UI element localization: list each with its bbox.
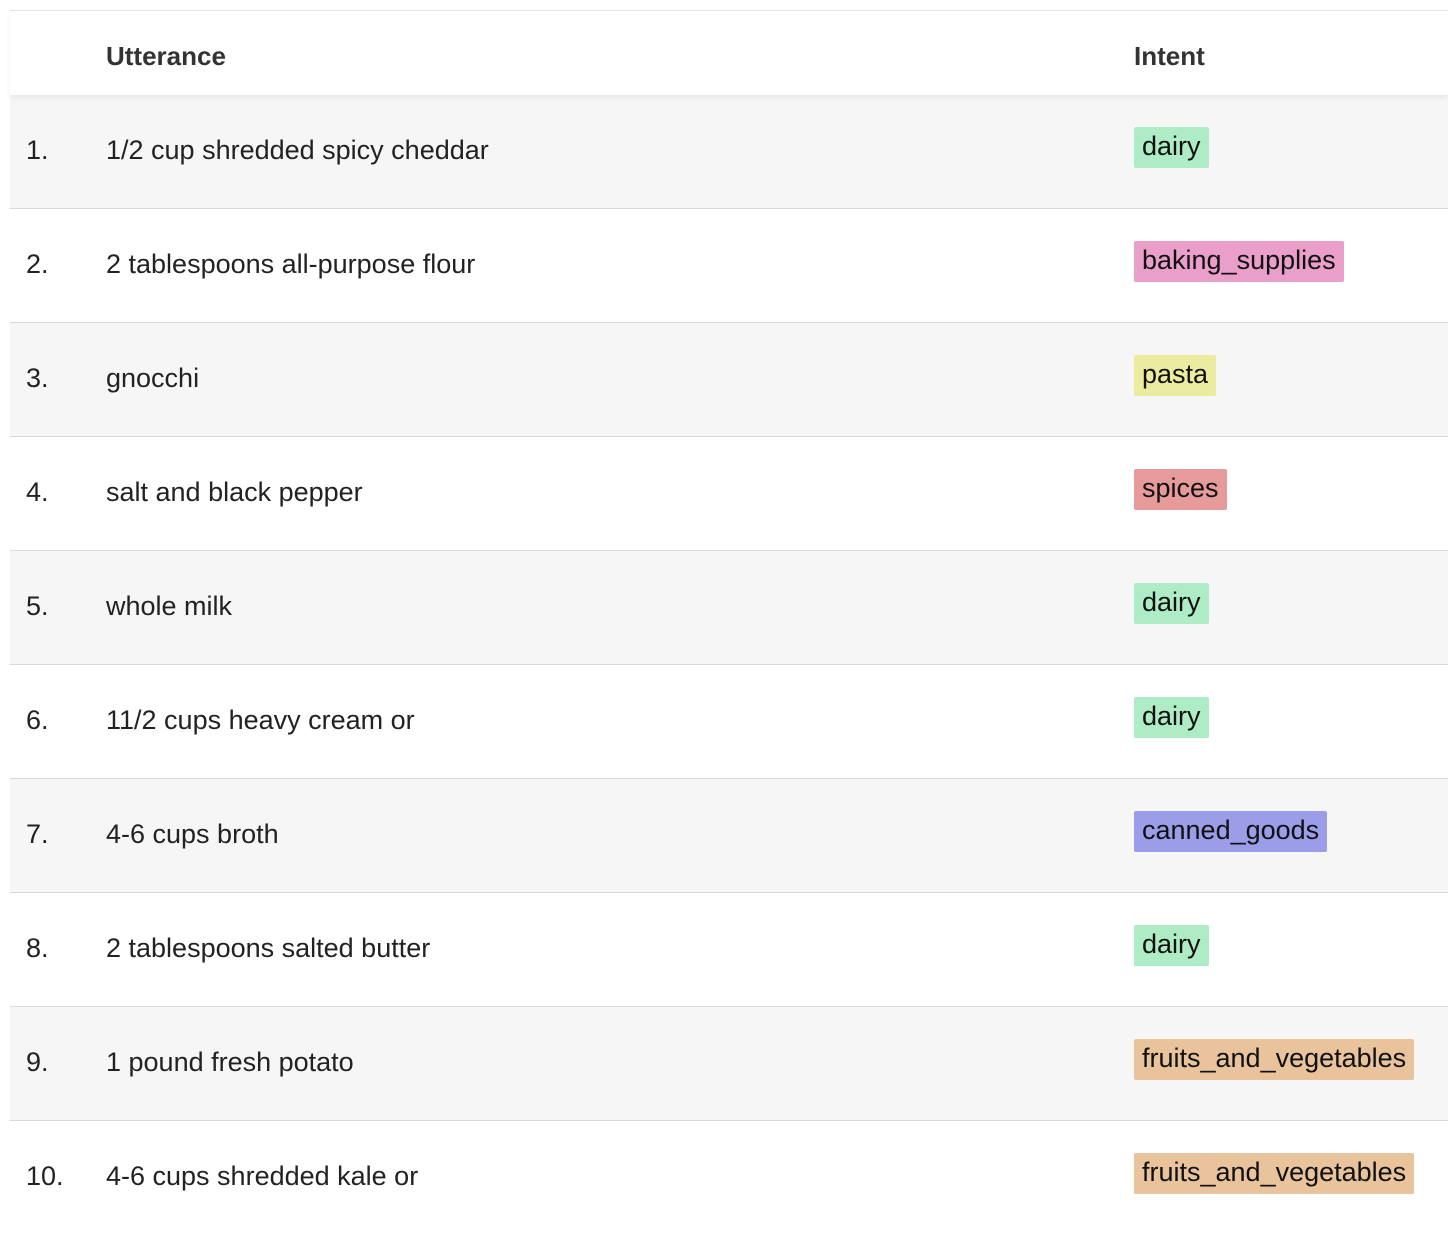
- table-row[interactable]: 8. 2 tablespoons salted butter dairy: [10, 893, 1448, 1007]
- intent-tag[interactable]: fruits_and_vegetables: [1134, 1153, 1415, 1194]
- table-row[interactable]: 10. 4-6 cups shredded kale or fruits_and_v…: [10, 1121, 1448, 1234]
- row-number: 1.: [26, 135, 49, 165]
- intent-tag[interactable]: dairy: [1134, 697, 1209, 738]
- column-header-intent[interactable]: Intent: [1134, 41, 1205, 72]
- table-row[interactable]: 3. gnocchi pasta: [10, 323, 1448, 437]
- intent-tag[interactable]: canned_goods: [1134, 811, 1328, 852]
- utterance-text: 4-6 cups shredded kale or: [106, 1161, 419, 1191]
- utterance-text: 11/2 cups heavy cream or: [106, 705, 415, 735]
- intent-tag[interactable]: baking_supplies: [1134, 241, 1344, 282]
- row-number: 3.: [26, 363, 49, 393]
- table-row[interactable]: 4. salt and black pepper spices: [10, 437, 1448, 551]
- row-number: 7.: [26, 819, 49, 849]
- table-row[interactable]: 1. 1/2 cup shredded spicy cheddar dairy: [10, 95, 1448, 209]
- utterance-text: whole milk: [106, 591, 233, 621]
- row-number: 5.: [26, 591, 49, 621]
- table-row[interactable]: 6. 11/2 cups heavy cream or dairy: [10, 665, 1448, 779]
- utterance-text: 1 pound fresh potato: [106, 1047, 354, 1077]
- table-row[interactable]: 9. 1 pound fresh potato fruits_and_vegetab…: [10, 1007, 1448, 1121]
- intent-tag[interactable]: spices: [1134, 469, 1227, 510]
- utterance-text: gnocchi: [106, 363, 200, 393]
- intent-tag[interactable]: dairy: [1134, 583, 1209, 624]
- utterance-text: 2 tablespoons salted butter: [106, 933, 431, 963]
- row-number: 10.: [26, 1161, 64, 1191]
- column-header-utterance[interactable]: Utterance: [106, 41, 226, 72]
- row-number: 8.: [26, 933, 49, 963]
- table-row[interactable]: 7. 4-6 cups broth canned_goods: [10, 779, 1448, 893]
- row-number: 9.: [26, 1047, 49, 1077]
- intent-tag[interactable]: pasta: [1134, 355, 1217, 396]
- row-number: 6.: [26, 705, 49, 735]
- table-row[interactable]: 2. 2 tablespoons all-purpose flour baking_…: [10, 209, 1448, 323]
- utterance-text: 2 tablespoons all-purpose flour: [106, 249, 476, 279]
- table-row[interactable]: 5. whole milk dairy: [10, 551, 1448, 665]
- intent-tag[interactable]: dairy: [1134, 127, 1209, 168]
- row-number: 4.: [26, 477, 49, 507]
- utterance-text: 1/2 cup shredded spicy cheddar: [106, 135, 489, 165]
- utterance-text: 4-6 cups broth: [106, 819, 279, 849]
- intent-tag[interactable]: fruits_and_vegetables: [1134, 1039, 1415, 1080]
- utterance-intent-table: Utterance Intent 1. 1/2 cup shredded spic…: [10, 10, 1448, 1234]
- table-body: 1. 1/2 cup shredded spicy cheddar dairy 2. 2…: [10, 95, 1448, 1234]
- table-header: Utterance Intent: [10, 11, 1448, 95]
- row-number: 2.: [26, 249, 49, 279]
- utterance-text: salt and black pepper: [106, 477, 363, 507]
- intent-tag[interactable]: dairy: [1134, 925, 1209, 966]
